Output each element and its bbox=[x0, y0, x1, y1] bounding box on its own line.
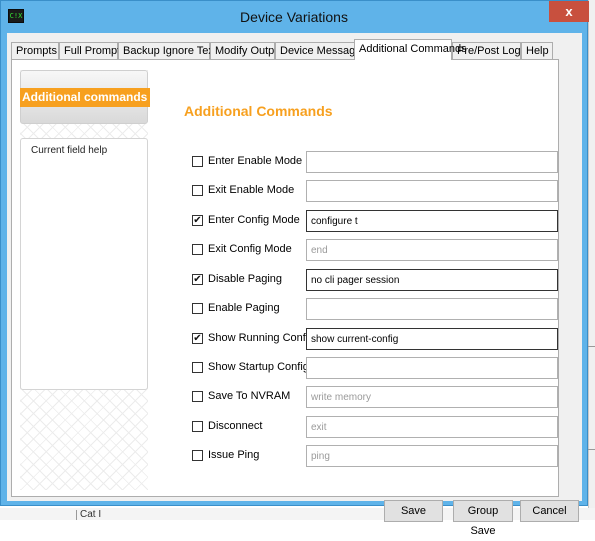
command-checkbox[interactable] bbox=[192, 244, 203, 255]
tab-device-messages[interactable]: Device Messages bbox=[275, 42, 367, 59]
command-row: Show Startup Config bbox=[192, 357, 562, 379]
command-label: Save To NVRAM bbox=[208, 390, 291, 402]
command-label: Disable Paging bbox=[208, 273, 282, 285]
command-input[interactable] bbox=[306, 269, 558, 291]
command-row: Issue Ping bbox=[192, 445, 562, 467]
tab-panel: Additional commands Current field help A… bbox=[11, 59, 579, 537]
sidebar: Additional commands Current field help bbox=[20, 70, 150, 490]
command-row: ✔ Show Running Config bbox=[192, 328, 562, 350]
command-row: Disconnect bbox=[192, 416, 562, 438]
command-row: Enable Paging bbox=[192, 298, 562, 320]
command-row: Save To NVRAM bbox=[192, 386, 562, 408]
tab-additional-commands[interactable]: Additional Commands bbox=[354, 39, 467, 60]
cancel-button[interactable]: Cancel bbox=[520, 500, 579, 522]
command-checkbox[interactable] bbox=[192, 185, 203, 196]
command-checkbox[interactable] bbox=[192, 391, 203, 402]
command-checkbox[interactable] bbox=[192, 156, 203, 167]
command-label: Exit Enable Mode bbox=[208, 184, 295, 196]
tab-full-prompts[interactable]: Full Prompts bbox=[59, 42, 126, 59]
save-button[interactable]: Save bbox=[384, 500, 443, 522]
command-input[interactable] bbox=[306, 239, 558, 261]
command-label: Show Startup Config bbox=[208, 361, 309, 373]
command-row: Exit Enable Mode bbox=[192, 180, 562, 202]
background-divider bbox=[588, 449, 595, 450]
close-button[interactable]: x bbox=[549, 1, 589, 22]
background-window-edge bbox=[588, 0, 595, 520]
group-save-button[interactable]: Group Save bbox=[453, 500, 513, 537]
command-row: ✔ Disable Paging bbox=[192, 269, 562, 291]
command-row: ✔ Enter Config Mode bbox=[192, 210, 562, 232]
command-input[interactable] bbox=[306, 298, 558, 320]
command-label: Disconnect bbox=[208, 420, 263, 432]
tab-modify-output[interactable]: Modify Output bbox=[210, 42, 283, 59]
tab-help[interactable]: Help bbox=[521, 42, 553, 59]
section-badge-label: Additional commands bbox=[20, 88, 150, 107]
command-input[interactable] bbox=[306, 386, 558, 408]
command-input[interactable] bbox=[306, 180, 558, 202]
command-label: Enter Config Mode bbox=[208, 214, 300, 226]
background-divider bbox=[588, 346, 595, 347]
command-input[interactable] bbox=[306, 445, 558, 467]
command-checkbox[interactable]: ✔ bbox=[192, 215, 203, 226]
command-label: Show Running Config bbox=[208, 332, 315, 344]
command-checkbox[interactable]: ✔ bbox=[192, 274, 203, 285]
command-label: Issue Ping bbox=[208, 449, 260, 461]
command-input[interactable] bbox=[306, 328, 558, 350]
tab-prompts[interactable]: Prompts bbox=[11, 42, 59, 59]
field-help-box: Current field help bbox=[20, 138, 148, 390]
command-input[interactable] bbox=[306, 357, 558, 379]
command-checkbox[interactable] bbox=[192, 421, 203, 432]
command-input[interactable] bbox=[306, 416, 558, 438]
window-title: Device Variations bbox=[240, 9, 348, 25]
command-input[interactable] bbox=[306, 210, 558, 232]
dialog-client-area: Prompts Full Prompts Backup Ignore Text … bbox=[7, 33, 582, 537]
command-input[interactable] bbox=[306, 151, 558, 173]
command-row: Enter Enable Mode bbox=[192, 151, 562, 173]
tab-bar: Prompts Full Prompts Backup Ignore Text … bbox=[7, 39, 582, 60]
background-cell: Cat I bbox=[76, 510, 120, 520]
command-checkbox[interactable] bbox=[192, 450, 203, 461]
command-checkbox[interactable]: ✔ bbox=[192, 333, 203, 344]
command-label: Exit Config Mode bbox=[208, 243, 292, 255]
field-help-title: Current field help bbox=[31, 145, 108, 156]
section-title: Additional Commands bbox=[184, 103, 333, 119]
command-row: Exit Config Mode bbox=[192, 239, 562, 261]
command-checkbox[interactable] bbox=[192, 362, 203, 373]
command-label: Enable Paging bbox=[208, 302, 280, 314]
command-checkbox[interactable] bbox=[192, 303, 203, 314]
section-badge: Additional commands bbox=[20, 70, 150, 124]
title-bar[interactable]: C!X Device Variations x bbox=[1, 1, 589, 33]
command-label: Enter Enable Mode bbox=[208, 155, 303, 167]
device-variations-dialog: C!X Device Variations x Prompts Full Pro… bbox=[0, 0, 589, 537]
tab-backup-ignore-text[interactable]: Backup Ignore Text bbox=[118, 42, 217, 59]
